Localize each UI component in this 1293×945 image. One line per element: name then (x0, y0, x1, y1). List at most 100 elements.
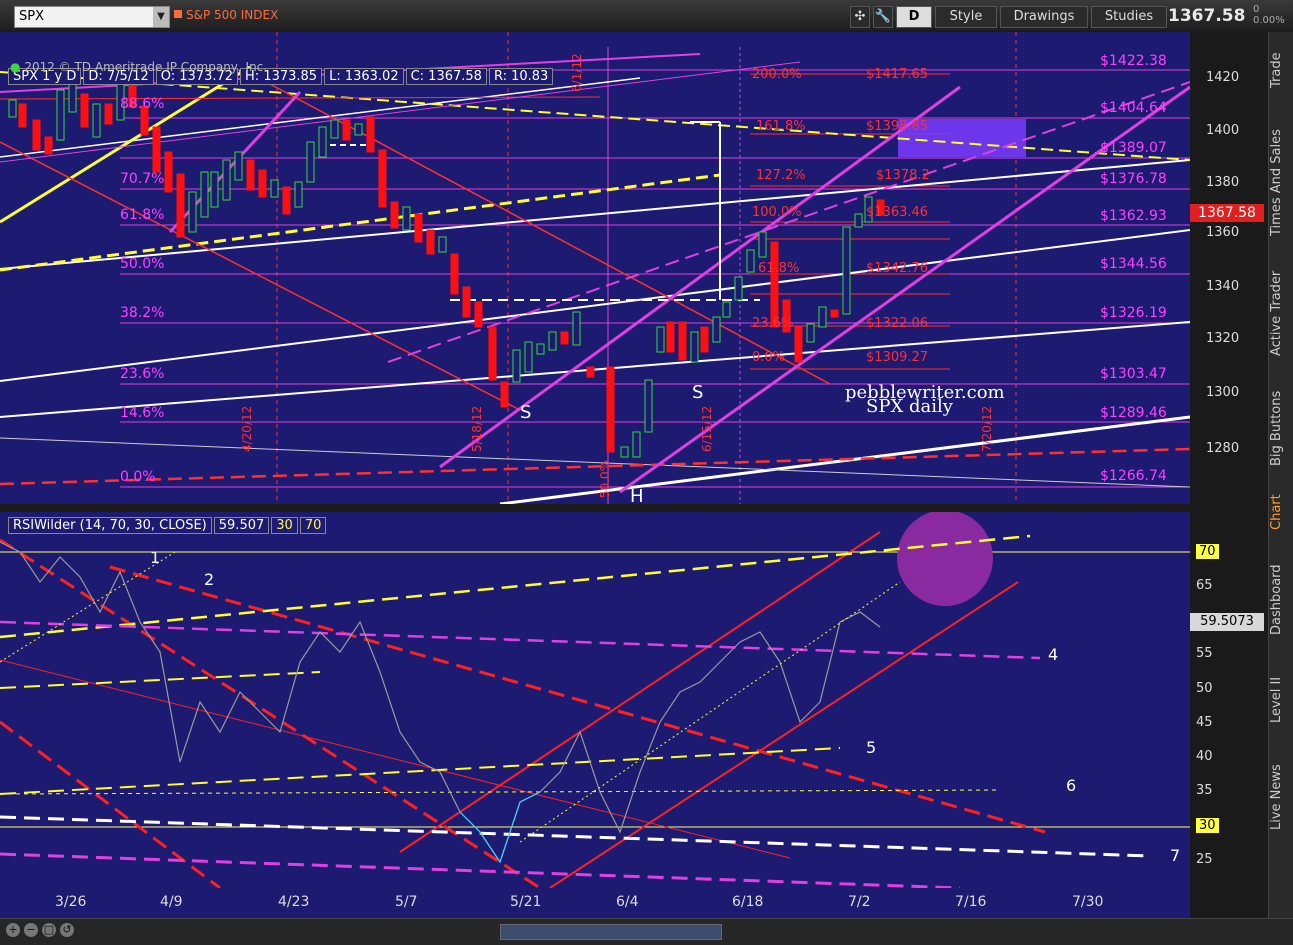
fib-ext-pct: 127.2% (756, 168, 806, 183)
fib-left-label: 0.0% (120, 469, 156, 485)
studies-button[interactable]: Studies (1091, 6, 1167, 28)
rsi-red-channel-1[interactable] (399, 531, 881, 853)
fit-icon[interactable]: □ (42, 923, 56, 937)
rsi-tick: 50 (1196, 681, 1213, 696)
candle (32, 119, 41, 151)
candle (342, 119, 351, 141)
wrench-icon[interactable]: 🔧 (873, 6, 893, 28)
rsi-line-label: 4 (1048, 645, 1059, 664)
rsi-yellow-2[interactable] (0, 671, 321, 689)
rsi-target-circle[interactable] (897, 512, 993, 606)
reset-icon[interactable]: ↺ (60, 923, 74, 937)
sidebar-tab-chart[interactable]: Chart (1269, 487, 1293, 537)
candle (270, 179, 279, 198)
rsi-os: 70 (299, 517, 327, 534)
rsi-line-label: 1 (150, 548, 161, 567)
yellow-trend-2[interactable] (0, 71, 1190, 161)
candle (462, 286, 471, 318)
sidebar-tab-live-news[interactable]: Live News (1269, 747, 1293, 847)
flag-icon (174, 10, 182, 18)
last-price: 1367.58 (1168, 6, 1246, 26)
x-axis[interactable]: 3/26 4/9 4/23 5/7 5/21 6/4 6/18 7/2 7/16 7/30 (0, 888, 1190, 918)
rsi-yellow-4[interactable] (0, 789, 1001, 795)
rsi-yellow-dot-2[interactable] (519, 581, 901, 843)
sidebar-tab-level-ii[interactable]: Level II (1269, 662, 1293, 737)
fib-left-label: 38.2% (120, 305, 165, 321)
drawings-button[interactable]: Drawings (1000, 6, 1088, 28)
x-tick: 7/16 (955, 894, 987, 910)
rsi-tick: 70 (1196, 544, 1219, 559)
fib-ext-pct: 61.8% (758, 261, 800, 276)
candle (306, 141, 315, 183)
rsi-line-label: 5 (866, 738, 877, 757)
rsi-yellow-dot-1[interactable] (0, 551, 176, 663)
sidebar-tab-big-buttons[interactable]: Big Buttons (1269, 378, 1293, 478)
fib-left-label: 50.0% (120, 256, 165, 272)
white-trend-3[interactable] (0, 321, 1190, 418)
style-button[interactable]: Style (935, 6, 997, 28)
rsi-tick: 35 (1196, 783, 1213, 798)
fib-left-label: 70.7% (120, 171, 165, 187)
rsi-magenta-1[interactable] (0, 620, 1041, 660)
price-tick: 1320 (1206, 331, 1240, 346)
candle (572, 311, 581, 346)
candle (746, 249, 755, 273)
rsi-tick: 25 (1196, 852, 1213, 867)
rsi-chart-svg (0, 512, 1190, 888)
fib-ext-value: $1378.2 (876, 168, 930, 183)
candle (818, 306, 827, 328)
rsi-red-2[interactable] (0, 720, 221, 888)
fib-right-label: $1404.64 (1100, 100, 1167, 116)
chevron-down-icon[interactable]: ▼ (153, 7, 169, 27)
header-close: C: 1367.58 (405, 68, 487, 85)
candle (632, 431, 641, 458)
red-trend-4[interactable] (0, 447, 1190, 486)
zoom-out-icon[interactable]: − (24, 923, 38, 937)
time-scrollbar[interactable] (500, 924, 722, 940)
candle (524, 341, 533, 373)
rsi-scale[interactable]: 70656055504540353025 59.5073 (1190, 512, 1268, 888)
candle (842, 226, 851, 315)
fib-right-label: $1303.47 (1100, 366, 1167, 382)
x-tick: 7/2 (848, 894, 871, 910)
candle (354, 123, 363, 136)
rsi-magenta-2[interactable] (0, 852, 961, 888)
candle (414, 213, 423, 243)
drawings-label: Drawings (1013, 9, 1075, 24)
rsi-white-1[interactable] (0, 815, 1151, 858)
fib-ext-pct: 100.0% (752, 205, 802, 220)
rsi-red-channel-2[interactable] (549, 581, 1019, 888)
panel-divider[interactable] (0, 504, 1268, 512)
sidebar-tab-active-trader[interactable]: Active Trader (1269, 258, 1293, 368)
x-tick: 5/21 (510, 894, 542, 910)
rsi-current-badge: 59.5073 (1190, 613, 1264, 631)
sidebar-tab-dashboard[interactable]: Dashboard (1269, 547, 1293, 652)
x-tick: 7/30 (1072, 894, 1104, 910)
sidebar-tab-times-and-sales[interactable]: Times And Sales (1269, 118, 1293, 248)
rsi-value: 59.507 (213, 517, 270, 534)
candle (666, 321, 675, 353)
candle (176, 173, 185, 238)
candle (330, 119, 339, 139)
price-scale[interactable]: 1420 1400 1380 1360 1340 1320 1300 1280 1367.58 (1190, 32, 1268, 504)
crosshair-icon[interactable]: ✣ (850, 6, 870, 28)
pattern-left-shoulder: S (520, 402, 532, 423)
change-top: 0 (1253, 4, 1260, 15)
rsi-panel[interactable]: RSIWilder (14, 70, 30, CLOSE) 59.507 30 70 … (0, 512, 1190, 888)
price-panel[interactable]: SPX 1 y D D: 7/5/12 O: 1373.72 H: 1373.85 L:… (0, 32, 1218, 507)
symbol-input[interactable]: SPX ▼ (14, 6, 170, 28)
rsi-yellow-3[interactable] (0, 747, 841, 795)
period-button[interactable]: D (896, 6, 932, 28)
sidebar-tab-trade[interactable]: Trade (1269, 40, 1293, 100)
price-tick: 1380 (1206, 175, 1240, 190)
rsi-study-name[interactable]: RSIWilder (14, 70, 30, CLOSE) (8, 517, 212, 534)
candle (536, 343, 545, 355)
rsi-red-thin[interactable] (0, 659, 791, 859)
candle (620, 446, 629, 458)
candle (426, 229, 435, 255)
candle (44, 136, 53, 155)
zoom-in-icon[interactable]: + (6, 923, 20, 937)
rsi-tick: 55 (1196, 646, 1213, 661)
x-tick: 3/26 (55, 894, 87, 910)
candle (294, 181, 303, 208)
